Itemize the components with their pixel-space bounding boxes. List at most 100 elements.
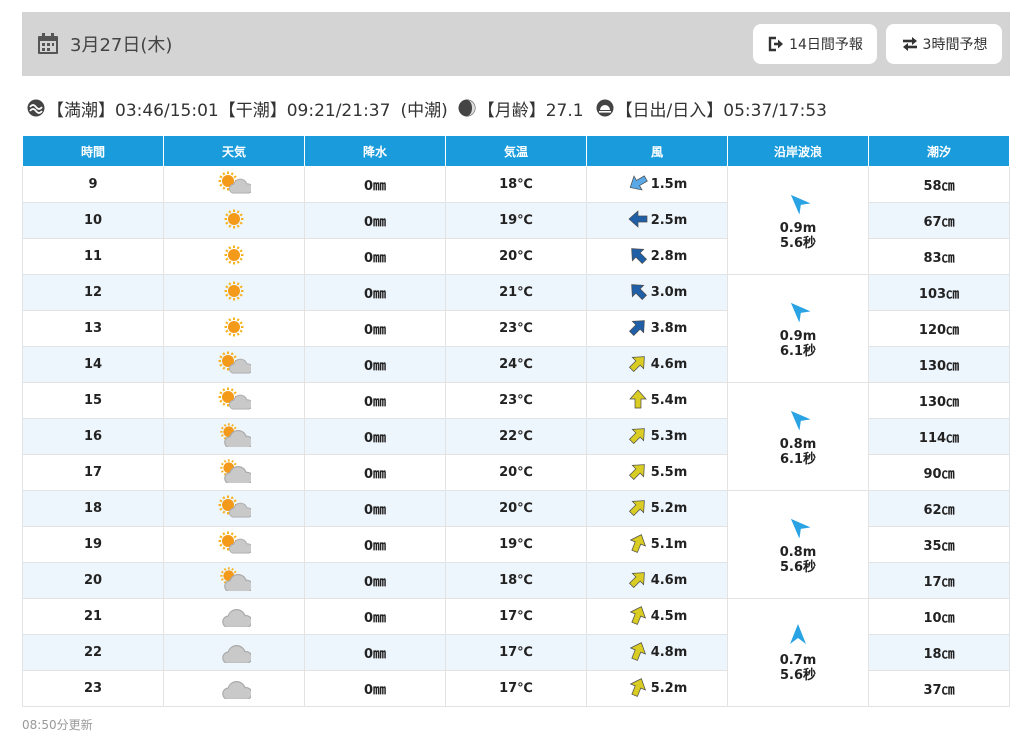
time-cell: 14 [22, 346, 164, 383]
moon-icon [458, 99, 476, 117]
temp-cell: 20℃ [445, 454, 587, 491]
wind-arrow-icon [627, 424, 651, 450]
moon-age-text: 【月齢】27.1 [477, 100, 584, 121]
weather-cell [163, 526, 305, 563]
cloud-icon [217, 680, 253, 703]
low-tide-text: 【干潮】09:21/21:37 [218, 100, 391, 121]
wind-arrow-icon [627, 352, 651, 378]
wave-cell: 0.7m 5.6秒 [727, 598, 869, 707]
sunrise-icon [596, 99, 614, 117]
sun-cloud-icon [217, 171, 253, 199]
wave-cell: 0.9m 6.1秒 [727, 274, 869, 383]
cloud-icon [217, 608, 253, 631]
wave-height: 0.8m [779, 437, 817, 452]
tide-cell: 120㎝ [868, 310, 1010, 347]
wave-direction-icon [786, 298, 811, 329]
rain-cell: 0㎜ [304, 526, 446, 563]
wind-cell: 4.6m [586, 346, 728, 383]
tide-wave-icon [27, 99, 45, 117]
tide-cell: 58㎝ [868, 166, 1010, 203]
weather-cell [163, 418, 305, 455]
weather-cell [163, 634, 305, 671]
sun-icon [222, 209, 246, 235]
weather-cell [163, 670, 305, 707]
tide-cell: 37㎝ [868, 670, 1010, 707]
weather-cell [163, 202, 305, 239]
wave-period: 5.6秒 [779, 668, 817, 683]
time-cell: 21 [22, 598, 164, 635]
rain-cell: 0㎜ [304, 382, 446, 419]
temp-cell: 19℃ [445, 526, 587, 563]
temp-cell: 18℃ [445, 166, 587, 203]
tide-cell: 83㎝ [868, 238, 1010, 275]
high-tide-text: 【満潮】03:46/15:01 [47, 100, 219, 121]
temp-cell: 24℃ [445, 346, 587, 383]
cloud-sun-icon [217, 566, 254, 595]
wind-speed: 4.6m [650, 573, 688, 588]
time-cell: 16 [22, 418, 164, 455]
wind-arrow-icon [627, 532, 651, 558]
wind-cell: 2.5m [586, 202, 728, 239]
wind-speed: 5.4m [650, 393, 688, 408]
temp-cell: 17℃ [445, 670, 587, 707]
time-cell: 12 [22, 274, 164, 311]
weather-cell [163, 598, 305, 635]
wave-cell: 0.9m 5.6秒 [727, 166, 869, 275]
wind-cell: 5.5m [586, 454, 728, 491]
weather-cell [163, 166, 305, 203]
col-header-rain: 降水 [304, 135, 446, 167]
wave-period: 5.6秒 [779, 560, 817, 575]
temp-cell: 17℃ [445, 598, 587, 635]
weather-cell [163, 562, 305, 599]
weather-cell [163, 454, 305, 491]
wind-arrow-icon [627, 460, 651, 486]
temp-cell: 20℃ [445, 238, 587, 275]
table-header-row: 時間 天気 降水 気温 風 沿岸波浪 潮汐 [22, 135, 1010, 167]
temp-cell: 23℃ [445, 310, 587, 347]
wind-arrow-icon [627, 496, 651, 522]
col-header-temp: 気温 [445, 135, 587, 167]
wind-cell: 5.3m [586, 418, 728, 455]
sun-cloud-icon [217, 495, 253, 523]
time-cell: 20 [22, 562, 164, 599]
sun-icon [222, 317, 246, 343]
wind-speed: 5.2m [650, 681, 688, 696]
temp-cell: 18℃ [445, 562, 587, 599]
col-header-tide: 潮汐 [868, 135, 1010, 167]
col-header-wave: 沿岸波浪 [727, 135, 869, 167]
calendar-icon [36, 32, 60, 56]
wind-cell: 5.2m [586, 670, 728, 707]
wind-cell: 4.8m [586, 634, 728, 671]
time-cell: 10 [22, 202, 164, 239]
rain-cell: 0㎜ [304, 238, 446, 275]
wave-direction-icon [786, 514, 811, 545]
14-day-forecast-label: 14日間予報 [789, 37, 863, 53]
wind-cell: 5.2m [586, 490, 728, 527]
temp-cell: 22℃ [445, 418, 587, 455]
wind-arrow-icon [627, 604, 651, 630]
tide-cell: 130㎝ [868, 382, 1010, 419]
wind-arrow-icon [627, 640, 651, 666]
tide-cell: 10㎝ [868, 598, 1010, 635]
table-row: 12 0㎜ 21℃ 3.0m 0.9m 6.1秒 103㎝ [22, 274, 1010, 383]
arrow-right-from-bracket-icon [767, 35, 785, 53]
rain-cell: 0㎜ [304, 418, 446, 455]
rain-cell: 0㎜ [304, 598, 446, 635]
tide-info-bar: 【満潮】03:46/15:01 【干潮】09:21/21:37 (中潮) 【月齢… [27, 95, 827, 121]
3-hour-forecast-button[interactable]: 3時間予想 [886, 24, 1002, 64]
col-header-wind: 風 [586, 135, 728, 167]
wind-arrow-icon [627, 280, 651, 306]
temp-cell: 17℃ [445, 634, 587, 671]
wind-speed: 2.8m [650, 249, 688, 264]
tide-cell: 90㎝ [868, 454, 1010, 491]
weather-cell [163, 310, 305, 347]
wind-arrow-icon [627, 244, 651, 270]
14-day-forecast-button[interactable]: 14日間予報 [753, 24, 877, 64]
sun-cloud-icon [217, 531, 253, 559]
wind-speed: 5.1m [650, 537, 688, 552]
rain-cell: 0㎜ [304, 166, 446, 203]
tide-cell: 35㎝ [868, 526, 1010, 563]
rain-cell: 0㎜ [304, 634, 446, 671]
rain-cell: 0㎜ [304, 202, 446, 239]
date-display: 3月27日(木) [36, 31, 172, 57]
